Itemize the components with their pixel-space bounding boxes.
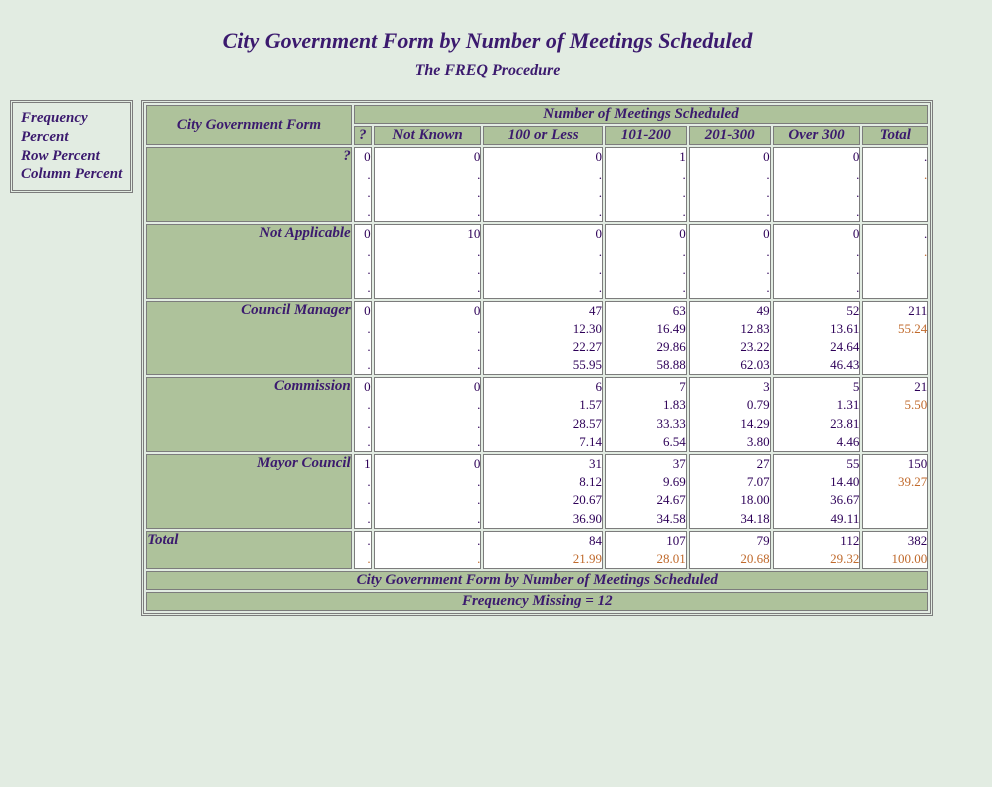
page-subtitle: The FREQ Procedure <box>10 62 965 80</box>
data-cell: 51.3123.814.46 <box>773 377 861 452</box>
data-cell: 379.6924.6734.58 <box>605 454 687 529</box>
table-header-row: City Government Form Number of Meetings … <box>146 105 928 124</box>
legend-item: Row Percent <box>21 147 122 166</box>
footer-title: City Government Form by Number of Meetin… <box>146 571 928 590</box>
data-cell: 71.8333.336.54 <box>605 377 687 452</box>
col-header: 100 or Less <box>483 126 603 145</box>
page-title: City Government Form by Number of Meetin… <box>10 28 965 54</box>
table-footer-row: Frequency Missing = 12 <box>146 592 928 611</box>
data-cell: 21155.24 <box>862 301 928 376</box>
data-cell: 8421.99 <box>483 531 603 569</box>
data-cell: 11229.32 <box>773 531 861 569</box>
data-cell: 10728.01 <box>605 531 687 569</box>
data-cell: 4912.8323.2262.03 <box>689 301 771 376</box>
layout-row: Frequency Percent Row Percent Column Per… <box>10 100 965 616</box>
data-cell: 15039.27 <box>862 454 928 529</box>
data-cell: 0... <box>773 224 861 299</box>
data-cell: 5514.4036.6749.11 <box>773 454 861 529</box>
data-cell: 0... <box>689 147 771 222</box>
data-cell: 0... <box>374 454 482 529</box>
col-header: ? <box>354 126 372 145</box>
data-cell: 318.1220.6736.90 <box>483 454 603 529</box>
legend-item: Frequency <box>21 109 122 128</box>
data-cell: 382100.00 <box>862 531 928 569</box>
row-header: Council Manager <box>146 301 351 376</box>
table-row: ? 0... 0... 0... 1... 0... 0... .. <box>146 147 928 222</box>
data-cell: 0... <box>374 377 482 452</box>
data-cell: 7920.68 <box>689 531 771 569</box>
data-cell: .. <box>374 531 482 569</box>
data-cell: 0... <box>354 224 372 299</box>
data-cell: .. <box>354 531 372 569</box>
table-footer-row: City Government Form by Number of Meetin… <box>146 571 928 590</box>
col-var-header: Number of Meetings Scheduled <box>354 105 929 124</box>
data-cell: 0... <box>374 147 482 222</box>
data-cell: 1... <box>354 454 372 529</box>
col-header: 201-300 <box>689 126 771 145</box>
legend-item: Column Percent <box>21 165 122 184</box>
col-header: Not Known <box>374 126 482 145</box>
table-total-row: Total .. .. 8421.99 10728.01 7920.68 112… <box>146 531 928 569</box>
data-cell: .. <box>862 224 928 299</box>
data-cell: 61.5728.577.14 <box>483 377 603 452</box>
data-cell: 0... <box>354 377 372 452</box>
data-cell: 0... <box>354 301 372 376</box>
data-cell: 0... <box>773 147 861 222</box>
row-header: ? <box>146 147 351 222</box>
col-header: Total <box>862 126 928 145</box>
data-cell: 0... <box>689 224 771 299</box>
data-cell: 5213.6124.6446.43 <box>773 301 861 376</box>
data-cell: 6316.4929.8658.88 <box>605 301 687 376</box>
freq-table: City Government Form Number of Meetings … <box>141 100 933 616</box>
col-header: 101-200 <box>605 126 687 145</box>
data-cell: 10... <box>374 224 482 299</box>
table-row: Not Applicable 0... 10... 0... 0... 0...… <box>146 224 928 299</box>
output-viewport[interactable]: City Government Form by Number of Meetin… <box>0 0 975 787</box>
data-cell: 30.7914.293.80 <box>689 377 771 452</box>
footer-missing: Frequency Missing = 12 <box>146 592 928 611</box>
data-cell: 277.0718.0034.18 <box>689 454 771 529</box>
row-header: Commission <box>146 377 351 452</box>
data-cell: 0... <box>354 147 372 222</box>
data-cell: 0... <box>483 147 603 222</box>
data-cell: 0... <box>483 224 603 299</box>
legend-box: Frequency Percent Row Percent Column Per… <box>10 100 133 193</box>
data-cell: .. <box>862 147 928 222</box>
col-header: Over 300 <box>773 126 861 145</box>
data-cell: 0... <box>374 301 482 376</box>
table-row: Commission 0... 0... 61.5728.577.14 71.8… <box>146 377 928 452</box>
table-row: Council Manager 0... 0... 4712.3022.2755… <box>146 301 928 376</box>
legend-item: Percent <box>21 128 122 147</box>
data-cell: 0... <box>605 224 687 299</box>
row-var-header: City Government Form <box>146 105 351 145</box>
row-header: Not Applicable <box>146 224 351 299</box>
data-cell: 4712.3022.2755.95 <box>483 301 603 376</box>
page-content: City Government Form by Number of Meetin… <box>0 0 975 636</box>
table-row: Mayor Council 1... 0... 318.1220.6736.90… <box>146 454 928 529</box>
row-header-total: Total <box>146 531 351 569</box>
data-cell: 1... <box>605 147 687 222</box>
data-cell: 215.50 <box>862 377 928 452</box>
row-header: Mayor Council <box>146 454 351 529</box>
